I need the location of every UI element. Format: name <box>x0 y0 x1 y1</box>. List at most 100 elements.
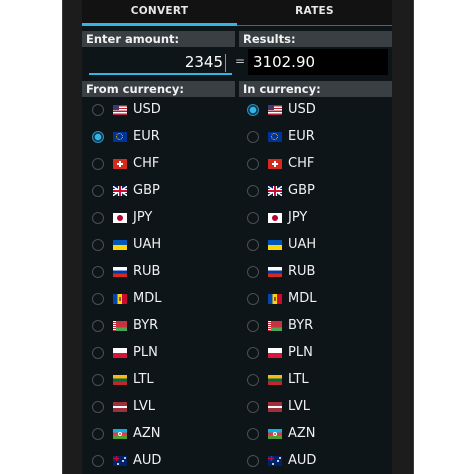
pl-flag-icon <box>268 347 282 358</box>
lv-flag-icon <box>268 401 282 412</box>
in-currency-radio-gbp[interactable] <box>247 184 259 197</box>
tab-bar: CONVERT RATES <box>82 0 392 26</box>
in-currency-radio-mdl[interactable] <box>247 292 259 305</box>
from-currency-code-label: JPY <box>133 210 153 225</box>
in-currency-row-gbp[interactable]: GBP <box>247 177 315 204</box>
az-flag-icon <box>113 428 127 439</box>
in-currency-code-label: EUR <box>288 129 315 144</box>
from-currency-row-eur[interactable]: EUR <box>92 123 160 150</box>
amount-value: 2345 <box>184 53 223 71</box>
au-flag-icon <box>113 455 127 466</box>
in-currency-row-rub[interactable]: RUB <box>247 258 315 285</box>
from-currency-radio-eur[interactable] <box>92 130 104 143</box>
from-currency-row-aud[interactable]: AUD <box>92 447 161 474</box>
in-currency-code-label: UAH <box>288 237 317 252</box>
in-currency-code-label: PLN <box>288 345 313 360</box>
from-currency-code-label: CHF <box>133 156 160 171</box>
from-currency-radio-usd[interactable] <box>92 103 104 116</box>
from-currency-code-label: UAH <box>133 237 162 252</box>
ch-flag-icon <box>268 158 282 169</box>
in-currency-code-label: AZN <box>288 426 316 441</box>
gb-flag-icon <box>268 185 282 196</box>
from-currency-code-label: MDL <box>133 291 162 306</box>
eu-flag-icon <box>113 131 127 142</box>
from-currency-row-ltl[interactable]: LTL <box>92 366 154 393</box>
in-currency-code-label: CHF <box>288 156 315 171</box>
in-currency-row-mdl[interactable]: MDL <box>247 285 316 312</box>
in-currency-radio-pln[interactable] <box>247 346 259 359</box>
in-currency-radio-lvl[interactable] <box>247 400 259 413</box>
from-currency-code-label: LTL <box>133 372 154 387</box>
from-currency-row-jpy[interactable]: JPY <box>92 204 152 231</box>
amount-input[interactable]: 2345 <box>89 49 232 75</box>
in-currency-row-pln[interactable]: PLN <box>247 339 313 366</box>
from-currency-row-pln[interactable]: PLN <box>92 339 158 366</box>
from-currency-radio-mdl[interactable] <box>92 292 104 305</box>
from-currency-code-label: USD <box>133 102 161 117</box>
from-currency-row-rub[interactable]: RUB <box>92 258 160 285</box>
text-cursor <box>225 53 226 72</box>
in-currency-row-eur[interactable]: EUR <box>247 123 315 150</box>
from-currency-radio-chf[interactable] <box>92 157 104 170</box>
eu-flag-icon <box>268 131 282 142</box>
in-currency-code-label: RUB <box>288 264 316 279</box>
in-currency-code-label: GBP <box>288 183 315 198</box>
au-flag-icon <box>268 455 282 466</box>
from-currency-radio-azn[interactable] <box>92 427 104 440</box>
from-currency-row-azn[interactable]: AZN <box>92 420 161 447</box>
from-currency-code-label: AZN <box>133 426 161 441</box>
in-currency-row-azn[interactable]: AZN <box>247 420 316 447</box>
from-currency-radio-byr[interactable] <box>92 319 104 332</box>
from-currency-row-byr[interactable]: BYR <box>92 312 158 339</box>
results-label: Results: <box>239 31 392 47</box>
in-currency-radio-chf[interactable] <box>247 157 259 170</box>
in-currency-radio-eur[interactable] <box>247 130 259 143</box>
in-currency-code-label: BYR <box>288 318 314 333</box>
from-currency-radio-ltl[interactable] <box>92 373 104 386</box>
md-flag-icon <box>268 293 282 304</box>
in-currency-radio-ltl[interactable] <box>247 373 259 386</box>
from-currency-radio-uah[interactable] <box>92 238 104 251</box>
in-currency-row-lvl[interactable]: LVL <box>247 393 310 420</box>
in-currency-radio-azn[interactable] <box>247 427 259 440</box>
in-currency-radio-jpy[interactable] <box>247 211 259 224</box>
in-currency-row-uah[interactable]: UAH <box>247 231 316 258</box>
from-currency-radio-lvl[interactable] <box>92 400 104 413</box>
from-currency-row-gbp[interactable]: GBP <box>92 177 160 204</box>
in-currency-radio-usd[interactable] <box>247 103 259 116</box>
from-currency-row-uah[interactable]: UAH <box>92 231 161 258</box>
from-currency-radio-rub[interactable] <box>92 265 104 278</box>
from-currency-code-label: GBP <box>133 183 160 198</box>
in-currency-label: In currency: <box>239 81 392 97</box>
from-currency-radio-pln[interactable] <box>92 346 104 359</box>
md-flag-icon <box>113 293 127 304</box>
from-currency-radio-jpy[interactable] <box>92 211 104 224</box>
in-currency-radio-rub[interactable] <box>247 265 259 278</box>
from-currency-code-label: PLN <box>133 345 158 360</box>
in-currency-radio-uah[interactable] <box>247 238 259 251</box>
from-currency-code-label: LVL <box>133 399 155 414</box>
jp-flag-icon <box>268 212 282 223</box>
from-currency-row-mdl[interactable]: MDL <box>92 285 161 312</box>
in-currency-row-ltl[interactable]: LTL <box>247 366 309 393</box>
from-currency-row-chf[interactable]: CHF <box>92 150 159 177</box>
us-flag-icon <box>268 104 282 115</box>
tab-convert[interactable]: CONVERT <box>82 0 237 26</box>
in-currency-radio-aud[interactable] <box>247 454 259 467</box>
from-currency-row-usd[interactable]: USD <box>92 96 161 123</box>
from-currency-radio-gbp[interactable] <box>92 184 104 197</box>
in-currency-row-aud[interactable]: AUD <box>247 447 316 474</box>
from-currency-label: From currency: <box>82 81 235 97</box>
lt-flag-icon <box>268 374 282 385</box>
by-flag-icon <box>113 320 127 331</box>
from-currency-row-lvl[interactable]: LVL <box>92 393 155 420</box>
in-currency-row-jpy[interactable]: JPY <box>247 204 307 231</box>
in-currency-row-chf[interactable]: CHF <box>247 150 314 177</box>
from-currency-code-label: AUD <box>133 453 162 468</box>
in-currency-row-usd[interactable]: USD <box>247 96 316 123</box>
in-currency-row-byr[interactable]: BYR <box>247 312 313 339</box>
from-currency-radio-aud[interactable] <box>92 454 104 467</box>
in-currency-code-label: MDL <box>288 291 317 306</box>
tab-rates[interactable]: RATES <box>237 0 392 26</box>
in-currency-radio-byr[interactable] <box>247 319 259 332</box>
